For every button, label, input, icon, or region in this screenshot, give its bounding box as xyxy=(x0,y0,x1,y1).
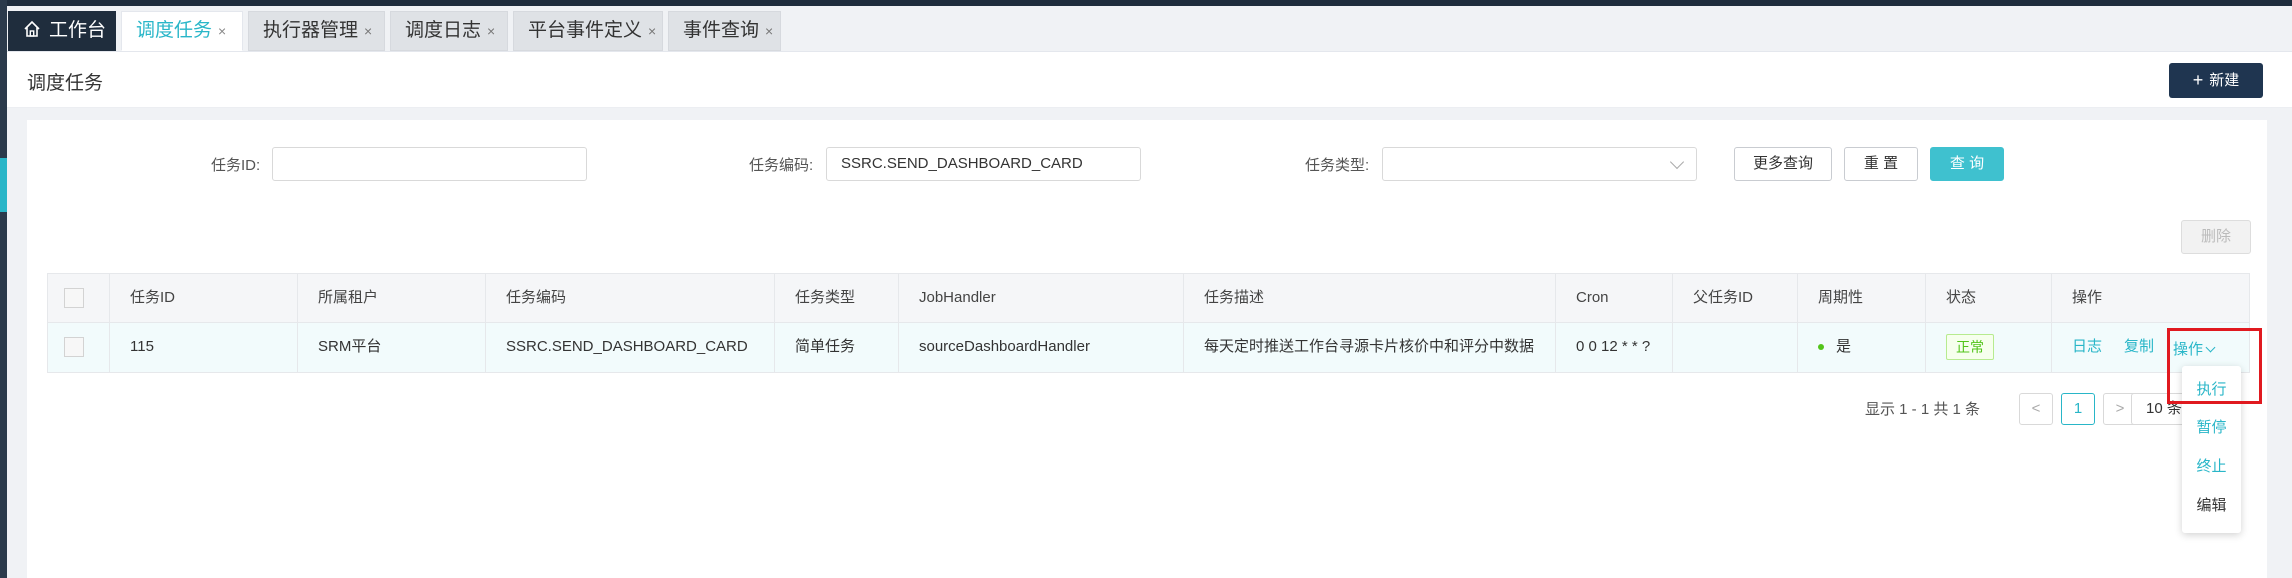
tab-label: 调度日志 xyxy=(405,20,482,41)
status-badge: 正常 xyxy=(1946,334,1994,361)
tab-platform-event-definition[interactable]: 平台事件定义 × xyxy=(513,11,663,51)
table-row[interactable]: 115 SRM平台 SSRC.SEND_DASHBOARD_CARD 简单任务 … xyxy=(47,323,2250,373)
more-query-button[interactable]: 更多查询 xyxy=(1734,147,1832,181)
tab-schedule-tasks[interactable]: 调度任务 × xyxy=(121,11,243,51)
cell-actions: 日志 复制 xyxy=(2052,323,2250,372)
col-jobhandler[interactable]: JobHandler xyxy=(899,274,1184,322)
tab-bar: 工作台 调度任务 × 执行器管理 × 调度日志 × 平台事件定义 × 事件查询 × xyxy=(7,6,2292,52)
content-card: 任务ID: 任务编码: SSRC.SEND_DASHBOARD_CARD 任务类… xyxy=(27,120,2267,578)
task-code-label: 任务编码: xyxy=(749,157,814,174)
task-type-select[interactable] xyxy=(1382,147,1697,181)
menu-item-execute[interactable]: 执行 xyxy=(2182,378,2241,399)
tab-schedule-log[interactable]: 调度日志 × xyxy=(390,11,508,51)
home-icon xyxy=(24,20,40,37)
task-type-label: 任务类型: xyxy=(1305,157,1370,174)
table-header: 任务ID 所属租户 任务编码 任务类型 JobHandler 任务描述 Cron… xyxy=(47,273,2250,323)
cell-tenant: SRM平台 xyxy=(298,323,486,372)
new-button[interactable]: + 新建 xyxy=(2169,63,2263,98)
periodic-value: 是 xyxy=(1836,338,1852,355)
row-checkbox[interactable] xyxy=(64,337,84,358)
col-status[interactable]: 状态 xyxy=(1926,274,2052,322)
task-table: 任务ID 所属租户 任务编码 任务类型 JobHandler 任务描述 Cron… xyxy=(47,273,2250,373)
periodic-dot-icon xyxy=(1818,344,1824,351)
log-link[interactable]: 日志 xyxy=(2072,338,2102,355)
menu-item-edit[interactable]: 编辑 xyxy=(2182,494,2241,515)
plus-icon: + xyxy=(2192,70,2204,90)
cell-periodic: 是 xyxy=(1798,323,1926,372)
left-sidebar-strip xyxy=(0,0,7,578)
prev-page-button[interactable]: < xyxy=(2019,393,2053,425)
col-periodic[interactable]: 周期性 xyxy=(1798,274,1926,322)
cell-task-id: 115 xyxy=(110,323,298,372)
delete-button[interactable]: 删除 xyxy=(2181,220,2251,254)
tab-home[interactable]: 工作台 xyxy=(8,11,116,51)
close-icon[interactable]: × xyxy=(218,23,226,39)
task-code-input[interactable]: SSRC.SEND_DASHBOARD_CARD xyxy=(826,147,1141,181)
close-icon[interactable]: × xyxy=(648,23,656,39)
ops-dropdown-trigger[interactable]: 操作 xyxy=(2173,329,2216,371)
tab-label: 执行器管理 xyxy=(263,20,359,41)
ops-dropdown-menu: 执行 暂停 终止 编辑 xyxy=(2182,366,2241,533)
page-title: 调度任务 xyxy=(27,73,104,94)
cell-task-code: SSRC.SEND_DASHBOARD_CARD xyxy=(486,323,775,372)
cell-status: 正常 xyxy=(1926,323,2052,372)
chevron-down-icon xyxy=(2205,342,2216,353)
cell-parent-id xyxy=(1673,323,1798,372)
tab-label: 平台事件定义 xyxy=(528,20,643,41)
cell-cron: 0 0 12 * * ? xyxy=(1556,323,1673,372)
chevron-down-icon xyxy=(1669,154,1685,170)
task-id-label: 任务ID: xyxy=(211,157,261,174)
col-actions: 操作 xyxy=(2072,289,2103,306)
query-button[interactable]: 查 询 xyxy=(1930,147,2004,181)
ops-label: 操作 xyxy=(2173,341,2204,358)
col-task-desc[interactable]: 任务描述 xyxy=(1184,274,1556,322)
col-tenant[interactable]: 所属租户 xyxy=(298,274,486,322)
copy-link[interactable]: 复制 xyxy=(2124,338,2154,355)
page-header: 调度任务 + 新建 xyxy=(7,52,2292,108)
close-icon[interactable]: × xyxy=(487,23,495,39)
col-task-code[interactable]: 任务编码 xyxy=(486,274,775,322)
menu-item-terminate[interactable]: 终止 xyxy=(2182,455,2241,476)
pagination-summary: 显示 1 - 1 共 1 条 xyxy=(1865,401,1981,418)
col-task-id[interactable]: 任务ID xyxy=(110,274,298,322)
tab-event-query[interactable]: 事件查询 × xyxy=(668,11,781,51)
tab-executor-management[interactable]: 执行器管理 × xyxy=(248,11,385,51)
sidebar-accent xyxy=(0,158,7,212)
col-cron[interactable]: Cron xyxy=(1556,274,1673,322)
tab-label: 调度任务 xyxy=(136,20,213,41)
cell-task-desc: 每天定时推送工作台寻源卡片核价中和评分中数据 xyxy=(1184,323,1556,372)
new-button-label: 新建 xyxy=(2209,72,2240,89)
task-id-input[interactable] xyxy=(272,147,587,181)
tab-label: 工作台 xyxy=(49,20,107,41)
reset-button[interactable]: 重 置 xyxy=(1844,147,1918,181)
page-1-button[interactable]: 1 xyxy=(2061,393,2095,425)
close-icon[interactable]: × xyxy=(765,23,773,39)
select-all-cell xyxy=(48,274,110,322)
cell-task-type: 简单任务 xyxy=(775,323,899,372)
cell-jobhandler: sourceDashboardHandler xyxy=(899,323,1184,372)
col-parent-id[interactable]: 父任务ID xyxy=(1673,274,1798,322)
select-all-checkbox[interactable] xyxy=(64,288,84,309)
col-task-type[interactable]: 任务类型 xyxy=(775,274,899,322)
close-icon[interactable]: × xyxy=(364,23,372,39)
menu-item-pause[interactable]: 暂停 xyxy=(2182,416,2241,437)
row-select-cell xyxy=(48,323,110,372)
tab-label: 事件查询 xyxy=(683,20,760,41)
